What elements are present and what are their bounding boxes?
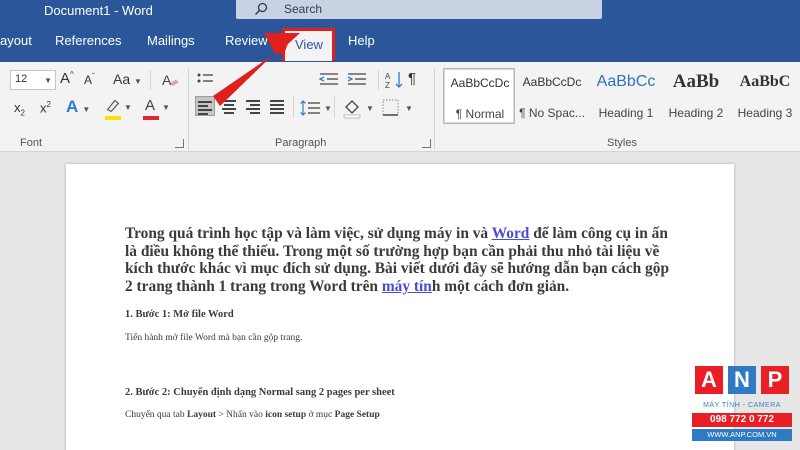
ribbon-tab-row: ayout References Mailings Review Help [0, 22, 800, 62]
document-area: Trong quá trình học tập và làm việc, sử … [0, 153, 800, 450]
logo-phone: 098 772 0 772 [692, 413, 792, 427]
chevron-down-icon: ▼ [44, 76, 52, 85]
highlight-color-bar [105, 116, 121, 120]
style-heading-1[interactable]: AaBbCc Heading 1 [590, 68, 662, 124]
ribbon: 12 ▼ A^ Aˇ Aa ▼ A x2 x2 A ▼ ▼ A ▼ Font A… [0, 62, 800, 152]
chevron-down-icon: ▼ [366, 104, 374, 113]
superscript-button[interactable]: x2 [40, 100, 51, 115]
search-icon [254, 2, 268, 16]
justify-button[interactable] [267, 96, 287, 116]
tab-help[interactable]: Help [348, 33, 375, 48]
style-no-spacing-sample: AaBbCcDc [522, 75, 582, 89]
search-box[interactable]: Search [236, 0, 602, 19]
paragraph-group-label: Paragraph [275, 137, 327, 149]
svg-text:Z: Z [385, 81, 390, 90]
clear-formatting-icon[interactable]: A [160, 70, 180, 90]
bullets-icon[interactable] [196, 70, 220, 90]
style-heading-1-sample: AaBbCc [596, 73, 656, 90]
tab-references[interactable]: References [55, 33, 121, 48]
computer-link[interactable]: máy tín [382, 278, 432, 295]
chevron-down-icon: ▼ [405, 104, 413, 113]
step1-text: Tiến hành mở file Word mà bạn cần gộp tr… [125, 332, 303, 343]
logo-subtitle: MÁY TÍNH - CAMERA [703, 402, 781, 409]
show-formatting-button[interactable]: ¶ [408, 70, 416, 87]
style-no-spacing[interactable]: AaBbCcDc ¶ No Spac... [516, 68, 588, 124]
borders-icon[interactable] [381, 98, 401, 118]
divider [334, 96, 335, 118]
anp-logo: A N P MÁY TÍNH - CAMERA 098 772 0 772 WW… [692, 366, 792, 442]
shrink-font-button[interactable]: Aˇ [84, 72, 95, 87]
shading-icon[interactable] [342, 97, 364, 119]
logo-letter-n: N [728, 366, 756, 394]
style-heading-3-sample: AaBbC [739, 73, 791, 90]
divider [293, 96, 294, 118]
style-heading-2-sample: AaBb [672, 71, 720, 92]
document-body: Trong quá trình học tập và làm việc, sử … [125, 225, 669, 420]
logo-letter-a: A [695, 366, 723, 394]
text-effects-button[interactable]: A ▼ [66, 97, 90, 117]
style-normal-sample: AaBbCcDc [450, 76, 510, 90]
paragraph-dialog-launcher[interactable] [422, 139, 431, 148]
logo-website: WWW.ANP.COM.VN [692, 429, 792, 441]
align-center-button[interactable] [219, 96, 239, 116]
search-placeholder: Search [284, 2, 323, 16]
document-title: Document1 - Word [44, 3, 153, 18]
style-normal[interactable]: AaBbCcDc ¶ Normal [443, 68, 515, 124]
align-right-button[interactable] [243, 96, 263, 116]
intro-paragraph: Trong quá trình học tập và làm việc, sử … [125, 225, 670, 296]
align-left-button[interactable] [195, 96, 215, 116]
divider [188, 68, 189, 150]
divider [378, 70, 379, 90]
style-heading-3[interactable]: AaBbC Heading 3 [730, 68, 800, 124]
logo-letter-p: P [761, 366, 789, 394]
sort-icon[interactable]: A Z [384, 70, 406, 90]
style-heading-2[interactable]: AaBb Heading 2 [660, 68, 732, 124]
font-color-glyph: A [145, 97, 156, 114]
tab-view[interactable]: View [282, 28, 335, 61]
font-size-value: 12 [15, 73, 28, 85]
word-link[interactable]: Word [492, 225, 530, 242]
tab-review[interactable]: Review [225, 33, 268, 48]
step1-heading: 1. Bước 1: Mở file Word [125, 308, 234, 320]
tab-mailings[interactable]: Mailings [147, 33, 195, 48]
tab-view-label: View [295, 37, 323, 52]
divider [434, 68, 435, 150]
font-group-label: Font [20, 137, 43, 149]
line-spacing-icon[interactable] [299, 98, 323, 118]
document-page[interactable]: Trong quá trình học tập và làm việc, sử … [66, 164, 734, 450]
chevron-down-icon: ▼ [324, 104, 332, 113]
svg-text:A: A [385, 72, 391, 81]
font-color-bar [143, 116, 159, 120]
tab-layout[interactable]: ayout [0, 33, 32, 48]
styles-group-label: Styles [607, 137, 637, 149]
style-normal-label: ¶ Normal [455, 107, 505, 121]
step2-heading: 2. Bước 2: Chuyển định dạng Normal sang … [125, 386, 395, 398]
step2-text: Chuyển qua tab Layout > Nhấn vào icon se… [125, 409, 380, 420]
highlight-button[interactable]: ▼ [104, 97, 134, 121]
font-dialog-launcher[interactable] [175, 139, 184, 148]
title-bar: Document1 - Word Search [0, 0, 800, 22]
grow-font-button[interactable]: A^ [60, 70, 74, 87]
divider [150, 70, 151, 90]
font-color-button[interactable]: A ▼ [142, 97, 174, 121]
style-heading-3-label: Heading 3 [737, 106, 793, 120]
highlighter-icon [106, 99, 120, 113]
subscript-button[interactable]: x2 [14, 100, 25, 118]
style-heading-1-label: Heading 1 [598, 106, 654, 120]
style-no-spacing-label: ¶ No Spac... [519, 106, 585, 120]
increase-indent-icon[interactable] [346, 70, 368, 90]
style-heading-2-label: Heading 2 [668, 106, 724, 120]
svg-text:A: A [162, 72, 172, 88]
change-case-button[interactable]: Aa ▼ [113, 71, 142, 87]
font-size-box[interactable]: 12 ▼ [10, 70, 56, 90]
decrease-indent-icon[interactable] [318, 70, 340, 90]
